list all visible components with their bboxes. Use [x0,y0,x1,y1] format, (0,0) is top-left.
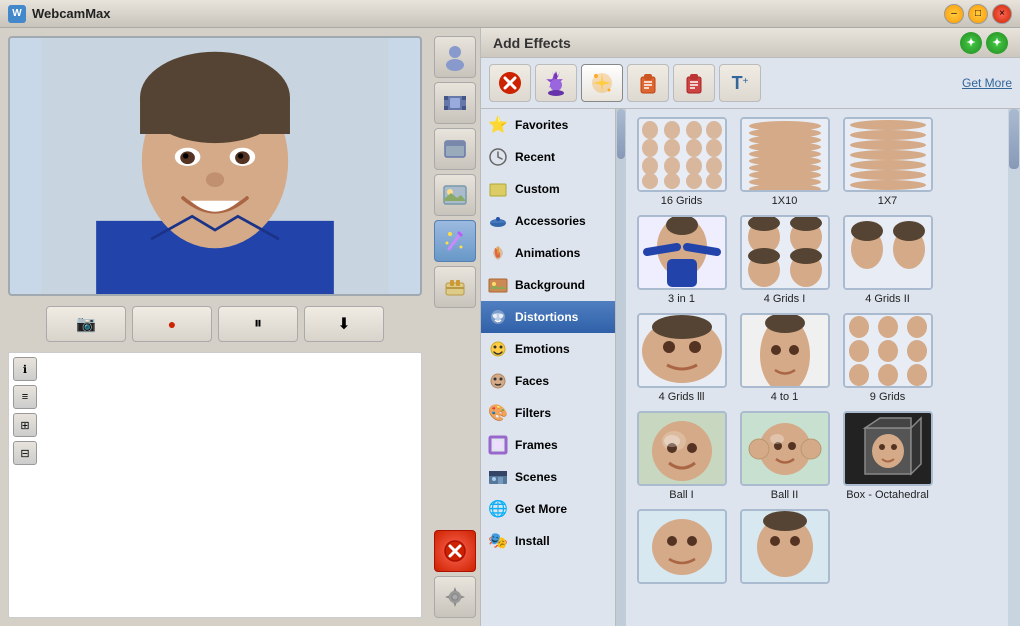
controls-row: 📷 ● ⏸ ⬇ [8,302,422,346]
categories-panel: ⭐ Favorites Recent [481,109,616,626]
settings-tool-button[interactable] [434,576,476,618]
info-content [45,357,417,613]
effects-row-5 [634,509,1000,584]
category-animations[interactable]: Animations [481,237,615,269]
paste-button-1[interactable] [627,64,669,102]
effects-row-1: 16 Grids [634,117,1000,207]
effects-body: ⭐ Favorites Recent [481,109,1020,626]
effect-1x10[interactable]: 1X10 [737,117,832,207]
get-more-link[interactable]: Get More [962,76,1012,90]
category-frames[interactable]: Frames [481,429,615,461]
left-panel: 📷 ● ⏸ ⬇ ℹ ≡ ⊞ ⊟ [0,28,430,626]
effect-4gridsi-label: 4 Grids I [764,293,806,305]
category-distortions[interactable]: Distortions [481,301,615,333]
effect-9grids[interactable]: 9 Grids [840,313,935,403]
title-bar: W WebcamMax – □ × [0,0,1020,28]
download-button[interactable]: ⬇ [304,306,384,342]
effect-ball2[interactable]: Ball II [737,411,832,501]
effect-more1[interactable] [634,509,729,584]
category-background[interactable]: Background [481,269,615,301]
maximize-button[interactable]: □ [968,4,988,24]
person-tool-button[interactable] [434,36,476,78]
categories-scrollbar-thumb[interactable] [617,109,625,159]
effect-ball2-label: Ball II [771,489,799,501]
effect-ball1-label: Ball I [669,489,693,501]
webcam-view [8,36,422,296]
middle-toolbar [430,28,480,626]
pause-button[interactable]: ⏸ [218,306,298,342]
window-tool-button[interactable] [434,128,476,170]
effect-4gridsii[interactable]: 4 Grids II [840,215,935,305]
record-button[interactable]: ● [132,306,212,342]
effect-ball1[interactable]: Ball I [634,411,729,501]
category-install[interactable]: 🎭 Install [481,525,615,557]
category-scenes[interactable]: Scenes [481,461,615,493]
close-button[interactable]: × [992,4,1012,24]
right-panel: Add Effects ✦ ✦ [480,28,1020,626]
category-custom[interactable]: Custom [481,173,615,205]
effect-box-label: Box - Octahedral [846,489,929,501]
info-sidebar: ℹ ≡ ⊞ ⊟ [13,357,41,613]
effect-4gridsii-label: 4 Grids II [865,293,910,305]
film-tool-button[interactable] [434,82,476,124]
category-favorites[interactable]: ⭐ Favorites [481,109,615,141]
effects-title: Add Effects [493,35,571,51]
text-button[interactable]: T + [719,64,761,102]
image-tool-button[interactable] [434,174,476,216]
effect-4gridsiii-label: 4 Grids lll [659,391,705,403]
category-emotions[interactable]: Emotions [481,333,615,365]
effects-header: Add Effects ✦ ✦ [481,28,1020,58]
category-faces[interactable]: Faces [481,365,615,397]
effect-4gridsi[interactable]: 4 Grids I [737,215,832,305]
scrollbar-track [1008,109,1020,626]
effect-1x7-label: 1X7 [878,195,898,207]
grid-button[interactable]: ⊞ [13,413,37,437]
remove-effect-button[interactable] [489,64,531,102]
effects-row-4: Ball I [634,411,1000,501]
wizard-button[interactable] [535,64,577,102]
layout-button[interactable]: ⊟ [13,441,37,465]
sparkle-button[interactable] [581,64,623,102]
effect-16grids-label: 16 Grids [661,195,703,207]
effects-green-btn2[interactable]: ✦ [986,32,1008,54]
effects-grid-area: 16 Grids [626,109,1008,626]
app-title: WebcamMax [32,6,944,21]
info-panel: ℹ ≡ ⊞ ⊟ [8,352,422,618]
remove-tool-button[interactable] [434,530,476,572]
scrollbar-thumb[interactable] [1009,109,1019,169]
category-accessories[interactable]: Accessories [481,205,615,237]
effect-4to1-label: 4 to 1 [771,391,799,403]
effect-1x10-label: 1X10 [772,195,798,207]
list-button[interactable]: ≡ [13,385,37,409]
category-filters[interactable]: 🎨 Filters [481,397,615,429]
effects-green-btn1[interactable]: ✦ [960,32,982,54]
effect-box[interactable]: Box - Octahedral [840,411,935,501]
camera-button[interactable]: 📷 [46,306,126,342]
effects-scrollbar[interactable] [1008,109,1020,626]
minimize-button[interactable]: – [944,4,964,24]
main-layout: 📷 ● ⏸ ⬇ ℹ ≡ ⊞ ⊟ [0,28,1020,626]
tools-tool-button[interactable] [434,266,476,308]
effect-16grids[interactable]: 16 Grids [634,117,729,207]
category-get-more[interactable]: 🌐 Get More [481,493,615,525]
window-controls: – □ × [944,4,1012,24]
effect-4to1[interactable]: 4 to 1 [737,313,832,403]
effect-9grids-label: 9 Grids [870,391,905,403]
effect-4gridsiii[interactable]: 4 Grids lll [634,313,729,403]
effect-3in1[interactable]: 3 in 1 [634,215,729,305]
effects-row-2: 3 in 1 [634,215,1000,305]
effect-more2[interactable] [737,509,832,584]
paste-button-2[interactable] [673,64,715,102]
info-button[interactable]: ℹ [13,357,37,381]
category-recent[interactable]: Recent [481,141,615,173]
effects-row-3: 4 Grids lll [634,313,1000,403]
effect-3in1-label: 3 in 1 [668,293,695,305]
categories-scrollbar[interactable] [616,109,626,626]
app-logo: W [8,5,26,23]
effect-1x7[interactable]: 1X7 [840,117,935,207]
effects-toolbar: T + Get More [481,58,1020,109]
wand-tool-button[interactable] [434,220,476,262]
